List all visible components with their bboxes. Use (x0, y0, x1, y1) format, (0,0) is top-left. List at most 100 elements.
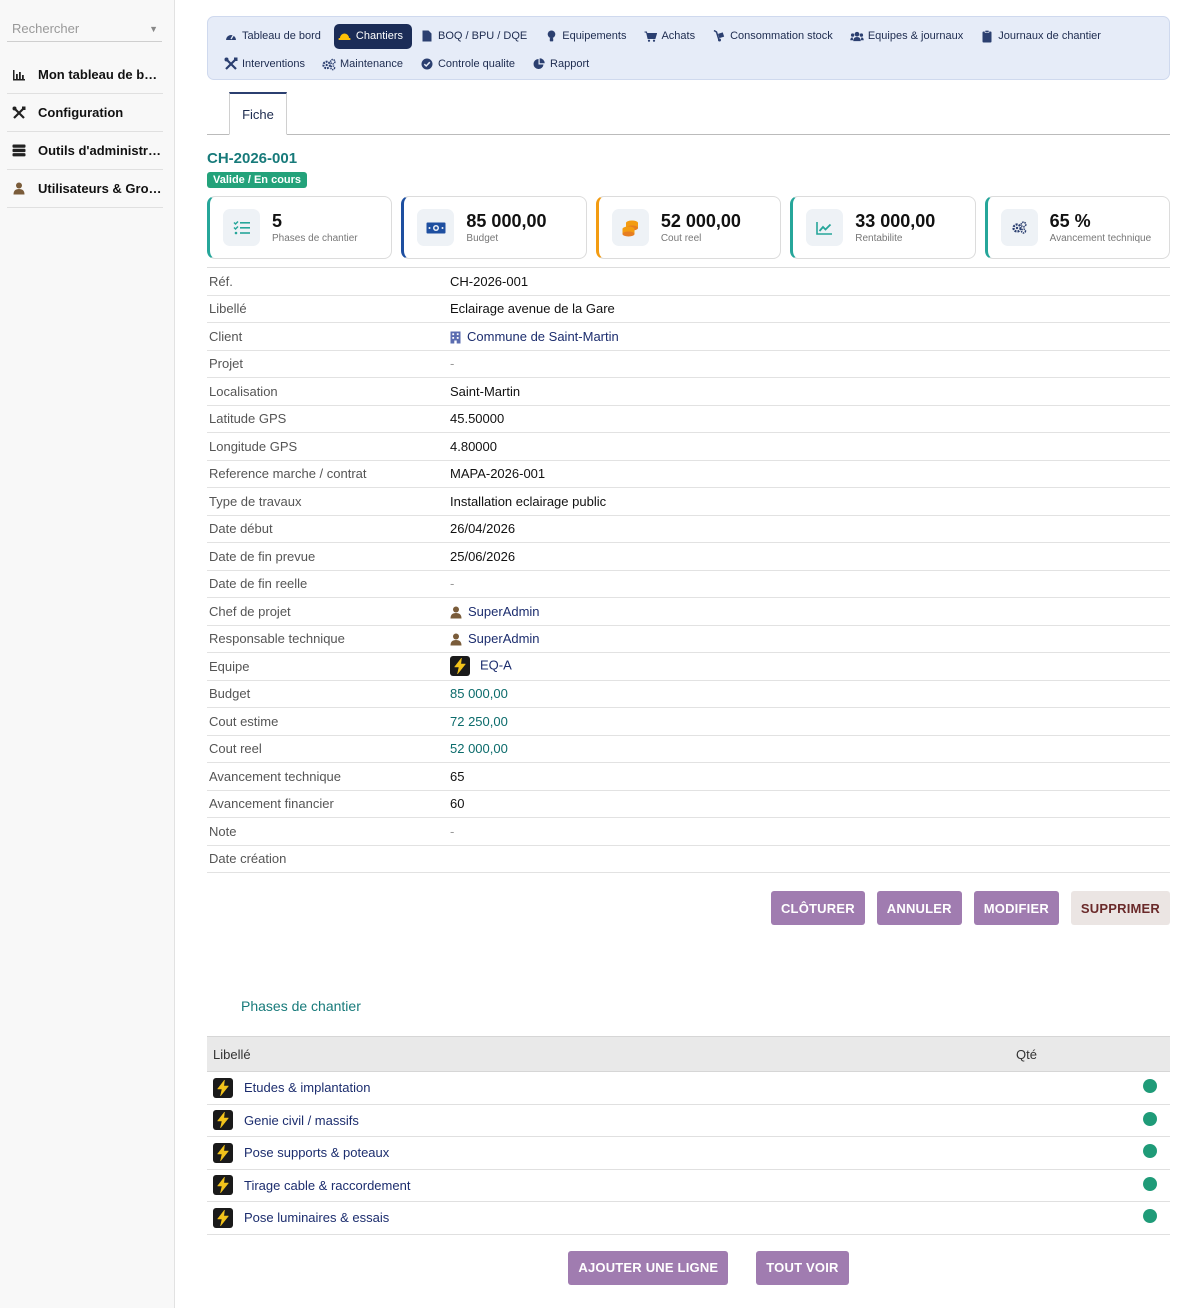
kpi-value: 85 000,00 (466, 211, 547, 231)
tab-fiche[interactable]: Fiche (229, 92, 287, 135)
nav-tab-journaux-de-chantier[interactable]: Journaux de chantier (976, 24, 1110, 49)
nav-tab-tableau-de-bord[interactable]: Tableau de bord (220, 24, 330, 49)
phase-qty-cell (1010, 1169, 1130, 1202)
field-value-cell: Saint-Martin (448, 377, 1170, 406)
bolt-icon (213, 1207, 233, 1228)
field-row: Client Commune de Saint-Martin (207, 322, 1170, 351)
field-value-cell: 26/04/2026 (448, 515, 1170, 543)
field-value: MAPA-2026-001 (450, 466, 546, 482)
kpi-label: Budget (466, 233, 499, 244)
field-row: Cout reel 52 000,00 (207, 735, 1170, 763)
field-label: Projet (207, 350, 448, 378)
phase-label-cell: Genie civil / massifs (207, 1104, 1010, 1137)
field-row: Budget 85 000,00 (207, 680, 1170, 708)
sidebar-item-2[interactable]: Configuration (7, 94, 163, 132)
phase-row[interactable]: Pose luminaires & essais (207, 1201, 1170, 1235)
field-value[interactable]: Commune de Saint-Martin (467, 329, 619, 344)
field-value-cell: EQ-A (448, 652, 1170, 681)
check-circle-icon (420, 58, 434, 70)
view-all-button[interactable]: TOUT VOIR (756, 1250, 849, 1285)
chevron-down-icon: ▼ (149, 23, 158, 34)
phase-status-cell (1130, 1169, 1170, 1202)
status-dot (1143, 1176, 1157, 1191)
field-value[interactable]: EQ-A (480, 658, 512, 673)
phase-qty-cell (1010, 1201, 1130, 1235)
field-value-cell: Commune de Saint-Martin (448, 322, 1170, 351)
nav-tab-rapport[interactable]: Rapport (528, 52, 598, 77)
kpi-value: 65 % (1049, 211, 1091, 231)
nav-tab-label: Equipes & journaux (867, 30, 964, 42)
field-value[interactable]: SuperAdmin (468, 631, 540, 646)
tools-icon (224, 57, 238, 71)
nav-tab-chantiers[interactable]: Chantiers (333, 23, 412, 49)
nav-tab-controle-qualite[interactable]: Controle qualite (416, 52, 524, 77)
kpi-card: 52 000,00 Cout reel (595, 196, 782, 259)
phase-row[interactable]: Genie civil / massifs (207, 1104, 1170, 1137)
field-label: Avancement technique (207, 762, 448, 791)
search-select[interactable]: Rechercher ▼ (7, 16, 162, 42)
sidebar-item-3[interactable]: Outils d'administrat... (7, 132, 163, 170)
cloturer-button[interactable]: CLÔTURER (770, 891, 865, 925)
phase-link[interactable]: Genie civil / massifs (244, 1113, 359, 1128)
nav-tab-equipements[interactable]: Equipements (540, 24, 635, 49)
add-line-button[interactable]: AJOUTER UNE LIGNE (568, 1250, 729, 1285)
field-value: 60 (450, 796, 465, 812)
cart-icon (643, 31, 657, 42)
nav-tab-label: BOQ / BPU / DQE (437, 30, 528, 42)
nav-tab-boq-bpu-dqe[interactable]: BOQ / BPU / DQE (416, 24, 536, 49)
gauge-icon (224, 31, 238, 41)
nav-tab-label: Tableau de bord (242, 30, 321, 42)
trend-icon (806, 209, 844, 246)
nav-tab-maintenance[interactable]: Maintenance (318, 52, 412, 77)
phase-name: Etudes & implantation (213, 1077, 1004, 1098)
phases-section-title: Phases de chantier (241, 998, 361, 1014)
field-label: Reference marche / contrat (207, 460, 448, 488)
field-row: Note - (207, 817, 1170, 846)
field-label: Client (207, 322, 448, 351)
nav-tab-label: Journaux de chantier (998, 30, 1101, 42)
field-value-cell: 72 250,00 (448, 707, 1170, 736)
nav-tab-equipes-journaux[interactable]: Equipes & journaux (846, 24, 972, 49)
money-icon (417, 209, 455, 246)
phase-name: Genie civil / massifs (213, 1110, 1004, 1131)
phase-row[interactable]: Tirage cable & raccordement (207, 1169, 1170, 1202)
kpi-card: 5 Phases de chantier (207, 196, 393, 259)
phase-label-cell: Tirage cable & raccordement (207, 1169, 1010, 1202)
field-row: Type de travaux Installation eclairage pu… (207, 487, 1170, 516)
field-value[interactable]: SuperAdmin (468, 604, 540, 619)
field-label: Avancement financier (207, 790, 448, 818)
field-value: 26/04/2026 (450, 521, 516, 537)
sidebar-item-1[interactable]: Mon tableau de bord (7, 56, 163, 94)
field-value-cell: CH-2026-001 (448, 267, 1170, 296)
field-row: Date de fin reelle - (207, 570, 1170, 598)
pie-chart-icon (532, 58, 546, 70)
nav-tab-label: Consommation stock (730, 30, 833, 42)
phase-qty-cell (1010, 1071, 1130, 1105)
phase-link[interactable]: Tirage cable & raccordement (244, 1178, 410, 1193)
sidebar-item-4[interactable]: Utilisateurs & Grou... (7, 170, 163, 208)
phase-row[interactable]: Pose supports & poteaux (207, 1136, 1170, 1170)
field-value: - (450, 823, 455, 839)
field-value: 85 000,00 (450, 686, 508, 702)
field-label: Equipe (207, 652, 448, 681)
nav-tab-achats[interactable]: Achats (639, 24, 704, 49)
nav-tab-consommation-stock[interactable]: Consommation stock (708, 24, 842, 49)
status-dot (1143, 1111, 1157, 1126)
phase-qty-cell (1010, 1104, 1130, 1137)
col-header-qty: Qté (1010, 1036, 1130, 1072)
supprimer-button[interactable]: SUPPRIMER (1070, 891, 1170, 925)
phase-link[interactable]: Pose supports & poteaux (244, 1145, 389, 1160)
field-value-cell: - (448, 350, 1170, 378)
field-label: Type de travaux (207, 487, 448, 516)
field-value-cell: 4.80000 (448, 432, 1170, 461)
phase-link[interactable]: Pose luminaires & essais (244, 1210, 389, 1225)
phase-row[interactable]: Etudes & implantation (207, 1071, 1170, 1105)
field-value-cell: 85 000,00 (448, 680, 1170, 708)
annuler-button[interactable]: ANNULER (876, 891, 962, 925)
modifier-button[interactable]: MODIFIER (973, 891, 1059, 925)
status-dot (1143, 1079, 1157, 1094)
field-value-cell: 25/06/2026 (448, 542, 1170, 571)
nav-tab-interventions[interactable]: Interventions (220, 52, 314, 77)
status-badge: Valide / En cours (207, 172, 308, 188)
phase-link[interactable]: Etudes & implantation (244, 1080, 370, 1095)
